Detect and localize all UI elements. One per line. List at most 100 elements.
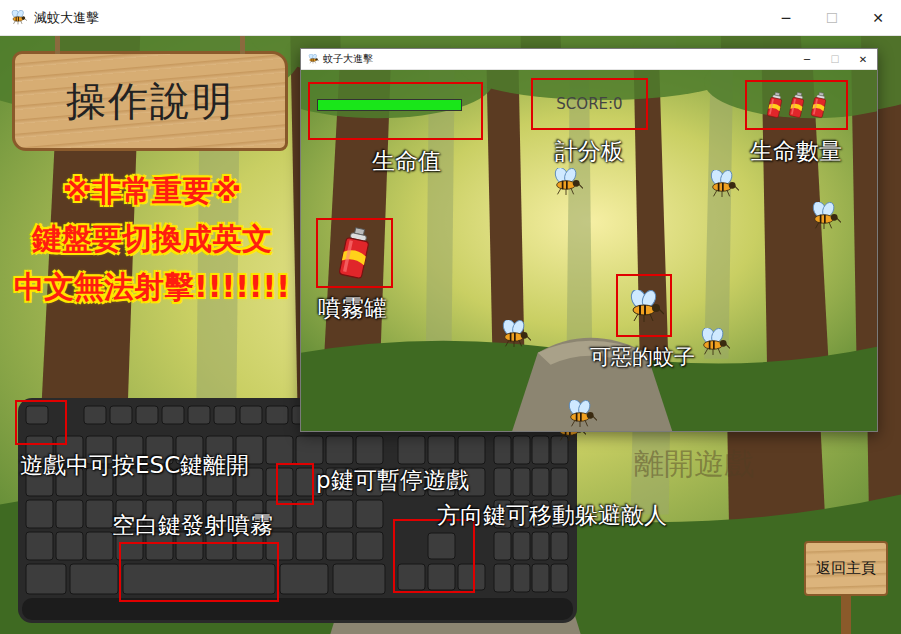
key [398, 564, 425, 590]
life-can-icon [810, 92, 828, 118]
key [162, 406, 184, 424]
mosquito-icon [624, 290, 664, 322]
key [296, 532, 323, 560]
esc-highlight [15, 400, 67, 445]
key [84, 406, 106, 424]
p-key-highlight [276, 463, 314, 505]
score-text: SCORE:0 [556, 95, 622, 113]
fire-tip: 空白鍵發射噴霧 [112, 510, 273, 541]
key [326, 436, 353, 464]
key [136, 406, 158, 424]
life-can-icon [766, 92, 784, 118]
key [26, 406, 48, 424]
esc-tip: 遊戲中可按ESC鍵離開 [20, 450, 249, 481]
instructions-screen: 操作說明※非常重要※鍵盤要切換成英文中文無法射擊!!!!!!!離開遊戲遊戲中可按… [0, 36, 901, 634]
key [110, 406, 132, 424]
key [428, 533, 455, 559]
key [532, 564, 549, 592]
window-control-button[interactable]: ☐ [809, 0, 855, 35]
window-control-button[interactable]: ✕ [849, 49, 877, 69]
key [188, 406, 210, 424]
key [326, 500, 353, 528]
mosquito-icon [696, 328, 730, 355]
key [532, 532, 549, 560]
key [551, 468, 568, 496]
key [26, 564, 66, 594]
health-fill [318, 100, 461, 110]
key [266, 468, 293, 496]
move-tip: 方向鍵可移動躲避敵人 [437, 500, 667, 531]
sign-post [841, 596, 851, 634]
key [551, 532, 568, 560]
window-control-button[interactable]: ─ [793, 49, 821, 69]
score-highlight: SCORE:0 [531, 78, 648, 130]
window-control-button[interactable]: ☐ [821, 49, 849, 69]
warning-line: 中文無法射擊!!!!!!! [14, 263, 290, 311]
key [494, 468, 511, 496]
back-button-label: 返回主頁 [816, 559, 876, 578]
key [214, 406, 236, 424]
preview-canvas: SCORE:0 生命值 計分板 生命數量噴霧罐可惡的蚊子 [301, 70, 877, 431]
key [240, 406, 262, 424]
key [513, 468, 530, 496]
spray-can-icon [337, 227, 373, 279]
title-bar: 滅蚊大進擊 ─☐✕ [0, 0, 901, 36]
key [551, 436, 568, 464]
window-control-button[interactable]: ─ [763, 0, 809, 35]
lives-label: 生命數量 [750, 136, 842, 167]
key [86, 500, 113, 528]
pause-tip: p鍵可暫停遊戲 [316, 465, 469, 496]
key [333, 564, 385, 594]
key [494, 564, 511, 592]
title-sign: 操作說明 [12, 51, 288, 151]
key [428, 436, 455, 464]
back-button[interactable]: 返回主頁 [804, 541, 888, 596]
mosquito-icon [563, 400, 597, 427]
health-bar [317, 99, 462, 111]
key [56, 500, 83, 528]
key [356, 500, 383, 528]
mosquito-icon [549, 168, 583, 195]
key [532, 436, 549, 464]
key [26, 532, 53, 560]
key [513, 564, 530, 592]
preview-title: 蚊子大進擊 [323, 52, 789, 66]
game-window: 滅蚊大進擊─☐✕操作說明※非常重要※鍵盤要切換成英文中文無法射擊!!!!!!!離… [0, 0, 901, 634]
key [356, 532, 383, 560]
mosquito-label: 可惡的蚊子 [590, 343, 695, 371]
spray-label: 噴霧罐 [318, 293, 387, 324]
mosquito-icon [705, 170, 739, 197]
sign-title: 操作說明 [66, 74, 234, 129]
key [513, 436, 530, 464]
window-title: 滅蚊大進擊 [34, 9, 756, 27]
key [513, 532, 530, 560]
mosquito-highlight [616, 274, 672, 337]
key [266, 406, 288, 424]
key [123, 564, 275, 594]
score-label: 計分板 [555, 136, 624, 167]
key [326, 532, 353, 560]
key [551, 564, 568, 592]
key [428, 564, 455, 590]
key [280, 564, 328, 594]
mosquito-icon [497, 320, 531, 347]
arrow-keys-highlight [393, 519, 475, 593]
key [532, 468, 549, 496]
key [26, 500, 53, 528]
preview-forest-background [301, 70, 877, 431]
key [56, 532, 83, 560]
window-controls: ─☐✕ [793, 49, 877, 69]
health-label: 生命值 [372, 146, 441, 177]
key [356, 436, 383, 464]
key [296, 436, 323, 464]
lives-highlight [745, 80, 848, 130]
window-control-button[interactable]: ✕ [855, 0, 901, 35]
key [494, 436, 511, 464]
back-sign[interactable]: 返回主頁 [804, 541, 888, 634]
key [494, 532, 511, 560]
exit-button[interactable]: 離開遊戲 [634, 444, 754, 485]
spray-highlight [316, 218, 393, 288]
health-highlight [308, 82, 483, 140]
key [398, 436, 425, 464]
mosquito-icon [807, 202, 841, 229]
